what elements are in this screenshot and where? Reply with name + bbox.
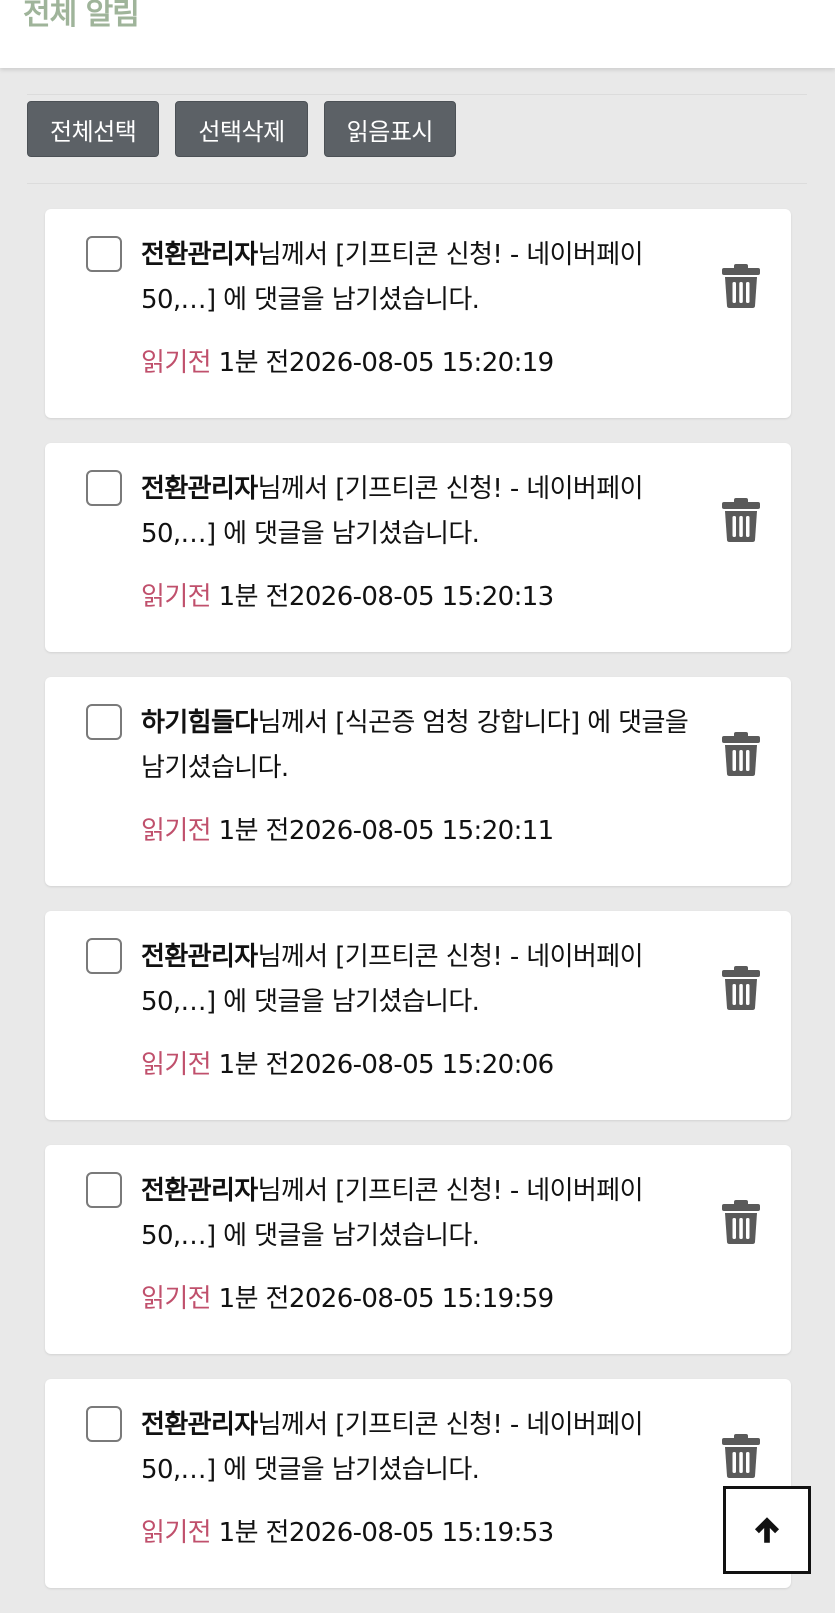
- notification-message[interactable]: 전환관리자님께서 [기프티콘 신청! - 네이버페이 50,…] 에 댓글을 남…: [141, 1169, 691, 1259]
- toolbar-divider-top: [27, 94, 807, 95]
- notification-author: 전환관리자: [141, 942, 258, 972]
- trash-icon: [721, 1200, 761, 1249]
- notification-time: 1분 전2026-08-05 15:20:13: [210, 582, 555, 612]
- notification-message[interactable]: 하기힘들다님께서 [식곤증 엄청 강합니다] 에 댓글을 남기셨습니다.: [141, 701, 691, 791]
- delete-notification-button[interactable]: [721, 1199, 761, 1245]
- delete-notification-button[interactable]: [721, 497, 761, 543]
- notification-checkbox[interactable]: [86, 1406, 122, 1442]
- notification-checkbox[interactable]: [86, 704, 122, 740]
- trash-icon: [721, 732, 761, 781]
- notification-meta: 읽기전 1분 전2026-08-05 15:20:06: [141, 1045, 554, 1085]
- trash-icon: [721, 966, 761, 1015]
- notification-time: 1분 전2026-08-05 15:20:19: [210, 348, 555, 378]
- trash-icon: [721, 1434, 761, 1483]
- delete-notification-button[interactable]: [721, 263, 761, 309]
- notification-meta: 읽기전 1분 전2026-08-05 15:20:11: [141, 811, 554, 851]
- notification-meta: 읽기전 1분 전2026-08-05 15:20:13: [141, 577, 554, 617]
- unread-badge: 읽기전: [141, 1050, 212, 1080]
- notification-author: 전환관리자: [141, 1410, 258, 1440]
- notification-time: 1분 전2026-08-05 15:20:11: [210, 816, 555, 846]
- notification-time: 1분 전2026-08-05 15:19:59: [210, 1284, 555, 1314]
- scroll-top-button[interactable]: [723, 1486, 811, 1574]
- unread-badge: 읽기전: [141, 348, 212, 378]
- notification-message[interactable]: 전환관리자님께서 [기프티콘 신청! - 네이버페이 50,…] 에 댓글을 남…: [141, 467, 691, 557]
- notification-item[interactable]: 전환관리자님께서 [기프티콘 신청! - 네이버페이 50,…] 에 댓글을 남…: [45, 1145, 791, 1354]
- notification-item[interactable]: 하기힘들다님께서 [식곤증 엄청 강합니다] 에 댓글을 남기셨습니다. 읽기전 …: [45, 677, 791, 886]
- notification-message[interactable]: 전환관리자님께서 [기프티콘 신청! - 네이버페이 50,…] 에 댓글을 남…: [141, 233, 691, 323]
- notification-meta: 읽기전 1분 전2026-08-05 15:19:53: [141, 1513, 554, 1553]
- unread-badge: 읽기전: [141, 816, 212, 846]
- page-title: 전체 알림: [23, 0, 140, 32]
- notification-time: 1분 전2026-08-05 15:19:53: [210, 1518, 555, 1548]
- notification-author: 전환관리자: [141, 1176, 258, 1206]
- arrow-up-icon: [754, 1517, 780, 1543]
- notification-checkbox[interactable]: [86, 938, 122, 974]
- notification-message[interactable]: 전환관리자님께서 [기프티콘 신청! - 네이버페이 50,…] 에 댓글을 남…: [141, 1403, 691, 1493]
- notification-author: 전환관리자: [141, 240, 258, 270]
- notification-item[interactable]: 전환관리자님께서 [기프티콘 신청! - 네이버페이 50,…] 에 댓글을 남…: [45, 209, 791, 418]
- notification-author: 하기힘들다: [141, 708, 258, 738]
- notification-meta: 읽기전 1분 전2026-08-05 15:20:19: [141, 343, 554, 383]
- notification-author: 전환관리자: [141, 474, 258, 504]
- notification-item[interactable]: 전환관리자님께서 [기프티콘 신청! - 네이버페이 50,…] 에 댓글을 남…: [45, 911, 791, 1120]
- toolbar: 전체선택 선택삭제 읽음표시: [27, 101, 456, 157]
- notification-checkbox[interactable]: [86, 470, 122, 506]
- notification-checkbox[interactable]: [86, 1172, 122, 1208]
- notification-item[interactable]: 전환관리자님께서 [기프티콘 신청! - 네이버페이 50,…] 에 댓글을 남…: [45, 443, 791, 652]
- notification-message[interactable]: 전환관리자님께서 [기프티콘 신청! - 네이버페이 50,…] 에 댓글을 남…: [141, 935, 691, 1025]
- toolbar-divider-bottom: [27, 183, 807, 184]
- unread-badge: 읽기전: [141, 1284, 212, 1314]
- notification-checkbox[interactable]: [86, 236, 122, 272]
- unread-badge: 읽기전: [141, 1518, 212, 1548]
- select-all-button[interactable]: 전체선택: [27, 101, 160, 157]
- mark-read-button[interactable]: 읽음표시: [323, 101, 456, 157]
- page-header: 전체 알림: [0, 0, 835, 68]
- unread-badge: 읽기전: [141, 582, 212, 612]
- notification-meta: 읽기전 1분 전2026-08-05 15:19:59: [141, 1279, 554, 1319]
- delete-notification-button[interactable]: [721, 1433, 761, 1479]
- notification-list: 전환관리자님께서 [기프티콘 신청! - 네이버페이 50,…] 에 댓글을 남…: [45, 209, 791, 1613]
- notification-item[interactable]: 전환관리자님께서 [기프티콘 신청! - 네이버페이 50,…] 에 댓글을 남…: [45, 1379, 791, 1588]
- trash-icon: [721, 498, 761, 547]
- notification-time: 1분 전2026-08-05 15:20:06: [210, 1050, 555, 1080]
- delete-selected-button[interactable]: 선택삭제: [175, 101, 308, 157]
- trash-icon: [721, 264, 761, 313]
- delete-notification-button[interactable]: [721, 965, 761, 1011]
- delete-notification-button[interactable]: [721, 731, 761, 777]
